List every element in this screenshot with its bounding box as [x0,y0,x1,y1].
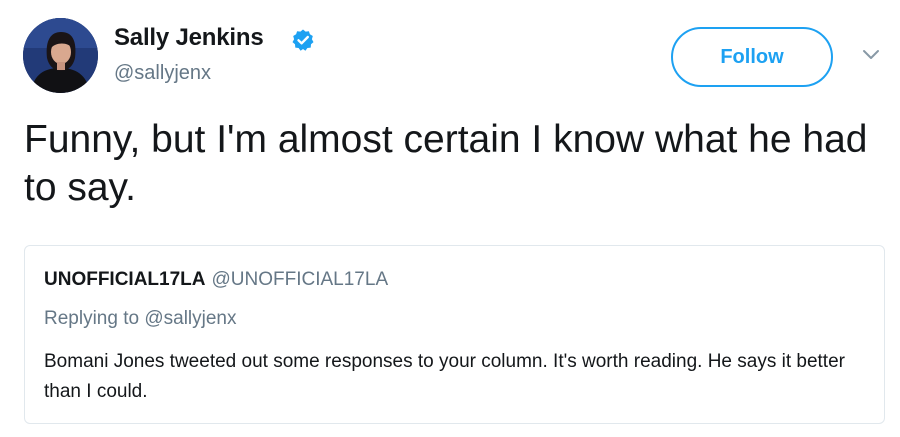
replying-to-label: Replying to @sallyjenx [44,308,237,329]
avatar[interactable] [23,18,98,93]
follow-button[interactable]: Follow [671,27,833,87]
author-handle[interactable]: @sallyjenx [114,62,211,85]
quoted-display-name: UNOFFICIAL17LA [44,269,206,290]
quoted-handle: @UNOFFICIAL17LA [211,269,389,290]
verified-badge-icon [292,29,314,51]
tweet-text: Funny, but I'm almost certain I know wha… [24,118,868,209]
quoted-tweet-card[interactable]: UNOFFICIAL17LA @UNOFFICIAL17LA Replying t… [24,245,885,424]
quoted-tweet-text: Bomani Jones tweeted out some responses … [44,351,845,402]
avatar-image [23,18,98,93]
display-name[interactable]: Sally Jenkins [114,24,264,52]
chevron-down-icon[interactable] [861,48,881,62]
quoted-tweet-header: UNOFFICIAL17LA @UNOFFICIAL17LA [44,269,388,291]
